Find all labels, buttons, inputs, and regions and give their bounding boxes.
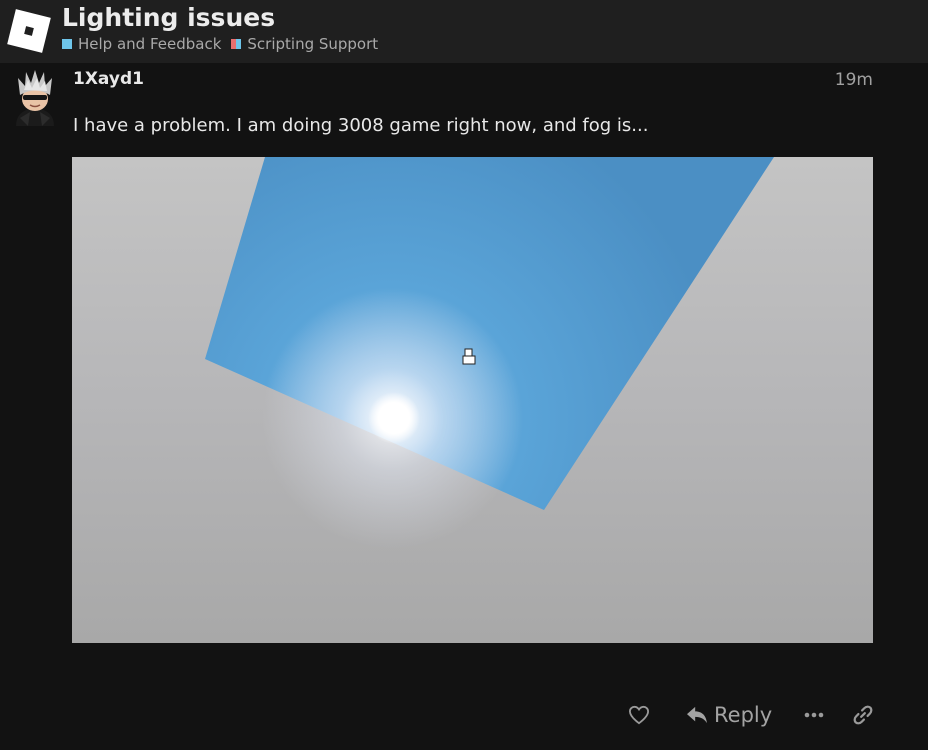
- category-scripting-support[interactable]: Scripting Support: [231, 35, 378, 53]
- post-timestamp[interactable]: 19m: [835, 70, 873, 90]
- category-color-badge: [231, 39, 242, 49]
- roblox-logo[interactable]: [6, 8, 52, 54]
- link-icon: [853, 705, 873, 725]
- reply-button[interactable]: Reply: [686, 695, 772, 735]
- heart-icon: [628, 705, 650, 725]
- post-username[interactable]: 1Xayd1: [73, 69, 144, 89]
- category-label: Help and Feedback: [78, 35, 222, 53]
- ellipsis-icon: [804, 712, 824, 718]
- category-label: Scripting Support: [247, 35, 379, 53]
- post-screenshot-image[interactable]: [72, 157, 873, 643]
- post-actions: Reply: [610, 695, 900, 735]
- post-body-text: I have a problem. I am doing 3008 game r…: [73, 115, 649, 136]
- reply-label: Reply: [714, 703, 773, 727]
- category-color-badge: [62, 39, 72, 49]
- category-breadcrumb: Help and Feedback Scripting Support: [62, 35, 388, 53]
- avatar[interactable]: [10, 68, 60, 126]
- header-bar: Lighting issues Help and Feedback Script…: [0, 0, 928, 63]
- share-link-button[interactable]: [852, 695, 874, 735]
- reply-arrow-icon: [687, 706, 707, 724]
- category-help-and-feedback[interactable]: Help and Feedback: [62, 35, 221, 53]
- topic-title[interactable]: Lighting issues: [62, 3, 275, 32]
- more-options-button[interactable]: [804, 695, 824, 735]
- like-button[interactable]: [628, 695, 650, 735]
